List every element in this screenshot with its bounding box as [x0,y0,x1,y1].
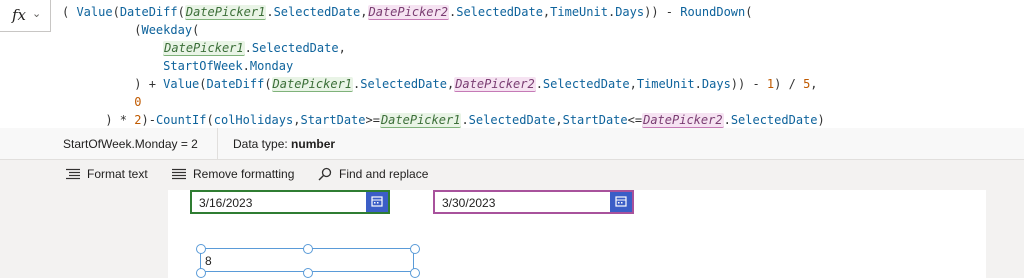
calendar-icon [615,196,627,207]
divider [217,128,218,159]
calendar-button-2[interactable] [610,192,632,212]
function-selector-button[interactable]: fx ⌄ [0,0,51,32]
format-text-icon [66,168,80,180]
resize-handle[interactable] [196,244,206,254]
data-type-indicator: Data type: number [233,137,335,151]
format-text-button[interactable]: Format text [66,167,148,181]
formula-line: ) + Value(DateDiff(DatePicker1.SelectedD… [62,77,818,92]
fx-icon: fx [12,6,27,24]
calendar-button-1[interactable] [366,192,388,212]
resize-handle[interactable] [196,268,206,278]
result-label-value: 8 [205,254,212,268]
data-type-value: number [291,137,336,151]
formula-line: StartOfWeek.Monday [163,59,294,73]
date-picker-1-value: 3/16/2023 [199,196,253,210]
formula-editor[interactable]: ( Value(DateDiff(DatePicker1.SelectedDat… [62,3,825,129]
formula-toolbar: Format text Remove formatting Find and r… [0,160,1024,190]
result-expression: StartOfWeek.Monday = 2 [63,137,198,151]
data-type-label: Data type: [233,137,292,151]
calendar-icon [371,196,383,207]
remove-formatting-button[interactable]: Remove formatting [172,167,294,181]
resize-handle[interactable] [410,268,420,278]
formula-bar[interactable]: fx ⌄ ( Value(DateDiff(DatePicker1.Select… [0,0,1024,129]
formula-line: 0 [134,95,142,109]
remove-formatting-label: Remove formatting [193,167,295,181]
search-icon [318,167,332,181]
remove-formatting-icon [172,168,186,180]
resize-handle[interactable] [303,268,313,278]
date-picker-2[interactable]: 3/30/2023 [433,190,634,214]
date-picker-2-value: 3/30/2023 [442,196,496,210]
formula-line: DatePicker1.SelectedDate, [163,41,346,56]
resize-handle[interactable] [410,244,420,254]
date-picker-1[interactable]: 3/16/2023 [190,190,390,214]
find-replace-button[interactable]: Find and replace [318,167,428,181]
formula-line: (Weekday( [62,23,200,37]
resize-handle[interactable] [303,244,313,254]
formula-line: ( Value(DateDiff(DatePicker1.SelectedDat… [62,5,753,20]
app-canvas: 3/16/2023 3/30/2023 8 [168,190,986,278]
format-text-label: Format text [87,167,148,181]
find-replace-label: Find and replace [339,167,429,181]
formula-result-bar: StartOfWeek.Monday = 2 Data type: number [0,128,1024,160]
formula-line: ) * 2)-CountIf(colHolidays,StartDate>=Da… [62,113,825,128]
chevron-down-icon: ⌄ [32,8,42,20]
